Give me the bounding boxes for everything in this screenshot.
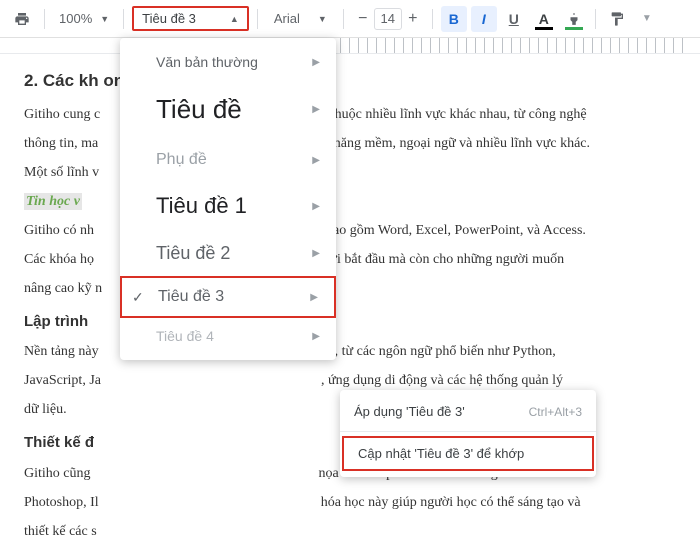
check-icon: ✓ — [132, 289, 144, 306]
styles-menu: Văn bản thường▶ Tiêu đề▶ Phụ đề▶ Tiêu đề… — [120, 38, 336, 360]
highlight-button[interactable] — [561, 6, 587, 32]
separator — [595, 9, 596, 29]
update-heading-3-to-match[interactable]: Cập nhật 'Tiêu đề 3' để khớp — [342, 436, 594, 471]
zoom-value: 100% — [59, 11, 92, 26]
style-subtitle[interactable]: Phụ đề▶ — [120, 139, 336, 181]
chevron-right-icon: ▶ — [312, 331, 320, 342]
paragraph-style-dropdown[interactable]: Tiêu đề 3 ▲ — [132, 6, 249, 31]
chevron-right-icon: ▶ — [310, 292, 318, 303]
decrease-size-button[interactable]: − — [352, 8, 374, 30]
style-heading-4[interactable]: Tiêu đề 4▶ — [120, 318, 336, 354]
italic-button[interactable]: I — [471, 6, 497, 32]
separator — [432, 9, 433, 29]
separator — [44, 9, 45, 29]
print-icon[interactable] — [8, 7, 36, 31]
font-size-group: − 14 + — [352, 8, 424, 30]
increase-size-button[interactable]: + — [402, 8, 424, 30]
style-label: Tiêu đề 3 — [142, 11, 196, 26]
style-title[interactable]: Tiêu đề▶ — [120, 80, 336, 139]
separator — [343, 9, 344, 29]
chevron-down-icon[interactable]: ▼ — [634, 6, 660, 32]
separator — [340, 431, 596, 432]
chevron-up-icon: ▲ — [230, 14, 239, 24]
text-color-button[interactable]: A — [531, 6, 557, 32]
chevron-right-icon: ▶ — [312, 104, 320, 115]
highlighted-text: Tin học v — [24, 193, 82, 210]
chevron-right-icon: ▶ — [312, 155, 320, 166]
style-heading-1[interactable]: Tiêu đề 1▶ — [120, 181, 336, 231]
style-normal-text[interactable]: Văn bản thường▶ — [120, 44, 336, 80]
ruler — [0, 38, 700, 54]
paint-format-button[interactable] — [604, 6, 630, 32]
separator — [257, 9, 258, 29]
chevron-right-icon: ▶ — [312, 248, 320, 259]
style-heading-2[interactable]: Tiêu đề 2▶ — [120, 231, 336, 276]
chevron-right-icon: ▶ — [312, 57, 320, 68]
chevron-right-icon: ▶ — [312, 201, 320, 212]
zoom-dropdown[interactable]: 100% ▼ — [53, 7, 115, 30]
style-submenu: Áp dụng 'Tiêu đề 3'Ctrl+Alt+3 Cập nhật '… — [340, 390, 596, 477]
keyboard-shortcut: Ctrl+Alt+3 — [529, 405, 582, 419]
paragraph: thiết kế các s — [24, 521, 676, 542]
bold-button[interactable]: B — [441, 6, 467, 32]
underline-button[interactable]: U — [501, 6, 527, 32]
style-heading-3[interactable]: ✓Tiêu đề 3▶ — [120, 276, 336, 318]
ruler-marks — [340, 38, 690, 53]
separator — [123, 9, 124, 29]
chevron-down-icon: ▼ — [100, 14, 109, 24]
chevron-down-icon: ▼ — [318, 14, 327, 24]
font-dropdown[interactable]: Arial ▼ — [266, 7, 335, 30]
paragraph: JavaScript, Ja, ứng dụng di động và các … — [24, 370, 676, 391]
toolbar: 100% ▼ Tiêu đề 3 ▲ Arial ▼ − 14 + B I U A ▼ — [0, 0, 700, 38]
apply-heading-3[interactable]: Áp dụng 'Tiêu đề 3'Ctrl+Alt+3 — [340, 396, 596, 427]
paragraph: Photoshop, Ilhóa học này giúp người học … — [24, 492, 676, 513]
font-size-value[interactable]: 14 — [374, 8, 402, 30]
font-label: Arial — [274, 11, 300, 26]
